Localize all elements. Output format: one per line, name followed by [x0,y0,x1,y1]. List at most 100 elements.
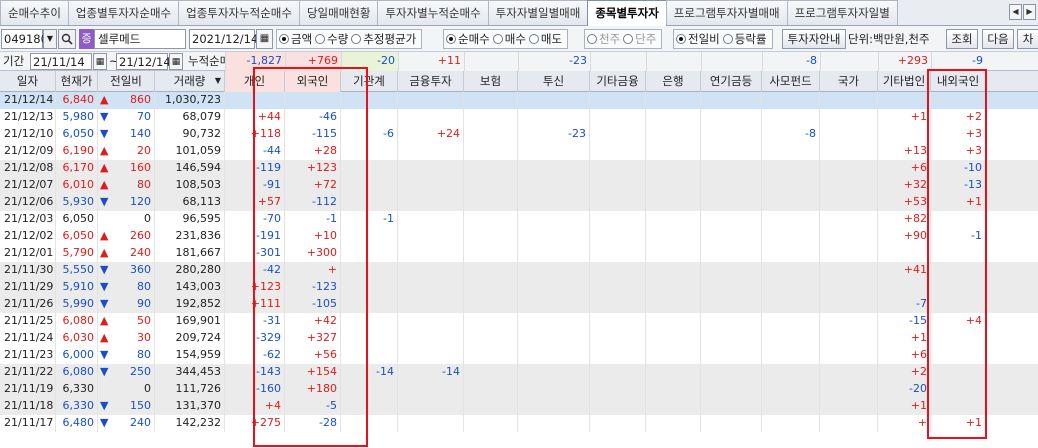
table-row[interactable]: 21/12/10 6,050 ▼ 140 90,732 +118 -115 -6 +24 -23 -… [0,126,1038,143]
col-header-volume[interactable]: 거래량 ▼ [155,71,225,92]
next-button[interactable]: 다음 [982,29,1014,49]
cell-price: 6,330 [56,381,98,398]
table-row[interactable]: 21/12/13 5,980 ▼ 70 68,079 +44 -46 +1 +2 [0,109,1038,126]
cell-other-finance [590,347,646,364]
cell-domestic-foreign: -1 [931,228,986,245]
table-row[interactable]: 21/11/25 6,080 ▲ 50 169,901 -31 +42 -15 +4 [0,313,1038,330]
table-row[interactable]: 21/12/01 5,790 ▲ 240 181,667 -301 +300 [0,245,1038,262]
table-row[interactable]: 21/11/18 6,330 ▼ 150 131,370 +4 -5 +1 [0,398,1038,415]
cell-nation [820,330,878,347]
cell-other-corp: +90 [878,228,931,245]
col-header-other-finance[interactable]: 기타금융 [590,71,646,92]
table-row[interactable]: 21/11/19 6,330 0 111,726 -160 +180 -20 [0,381,1038,398]
col-header-other-corp[interactable]: 기타법인 [878,71,931,92]
col-header-nation[interactable]: 국가 [820,71,878,92]
col-header-price[interactable]: 현재가 [56,71,98,92]
tab-scroll-left-icon[interactable]: ◀ [1009,4,1022,20]
group3-radio-0[interactable]: 천주 [587,31,620,47]
cell-individual: +118 [225,126,285,143]
cell-financial-invest [398,347,464,364]
query-button[interactable]: 조회 [946,29,978,49]
cell-individual: -42 [225,262,285,279]
tab-6[interactable]: 투자자별일별매매 [487,0,589,25]
group4-radio-1[interactable]: 등락률 [722,31,767,47]
tab-9[interactable]: 프로그램투자자일별 [786,0,898,25]
cell-bank [646,126,701,143]
tab-5[interactable]: 투자자별누적순매수 [377,0,489,25]
col-header-bank[interactable]: 은행 [646,71,701,92]
cell-other-finance [590,228,646,245]
group1-radio-0[interactable]: 금액 [279,31,312,47]
table-row[interactable]: 21/12/03 6,050 0 96,595 -70 -1 -1 +82 [0,211,1038,228]
cell-institution [341,245,398,262]
cell-other-finance [590,262,646,279]
table-row[interactable]: 21/12/09 6,190 ▲ 20 101,059 -44 +28 +13 +3 [0,143,1038,160]
calendar-icon[interactable]: ▦ [256,29,273,49]
code-dropdown-icon[interactable]: ▼ [43,29,57,49]
chart-button[interactable]: 차 [1017,29,1038,49]
arrow-down-icon: ▼ [100,110,109,123]
col-header-insurance[interactable]: 보험 [464,71,518,92]
cell-volume: 154,959 [155,347,225,364]
col-header-institution[interactable]: 기관계 [341,71,398,92]
table-row[interactable]: 21/11/24 6,030 ▲ 30 209,724 -329 +327 +1 [0,330,1038,347]
tab-4[interactable]: 당일매매현황 [298,0,379,25]
table-row[interactable]: 21/11/23 6,000 ▼ 80 154,959 -62 +56 +6 [0,347,1038,364]
table-row[interactable]: 21/12/06 5,930 ▼ 120 68,113 +57 -112 +53 +1 [0,194,1038,211]
search-icon[interactable] [58,29,76,49]
col-header-financial-invest[interactable]: 금융투자 [398,71,464,92]
table-row[interactable]: 21/11/22 6,080 ▼ 250 344,453 -143 +154 -14 -14 +2 [0,364,1038,381]
col-header-private-fund[interactable]: 사모펀드 [762,71,820,92]
col-header-foreign[interactable]: 외국인 [285,71,341,92]
period-to-input[interactable]: 21/12/14 [116,53,171,70]
col-header-trust[interactable]: 투신 [518,71,590,92]
group3-radio-1[interactable]: 단주 [623,31,656,47]
table-row[interactable]: 21/12/02 6,050 ▲ 260 231,836 -191 +10 +90 -1 [0,228,1038,245]
change-value: 160 [130,161,151,174]
tab-2[interactable]: 업종별투자자순매수 [67,0,180,25]
toolbar: 049180 ▼ 증 셀루메드 2021/12/14 ▦ 금액 수량 추정평균가 순… [0,26,1038,52]
cell-change: 0 [98,381,155,398]
radio-dot-icon [279,34,289,44]
period-from-input[interactable]: 21/11/14 [30,53,92,70]
cell-trust [518,279,590,296]
cell-pension [701,296,762,313]
group2-radio-1[interactable]: 매수 [492,31,526,47]
table-row[interactable]: 21/11/26 5,990 ▼ 90 192,852 +111 -105 -7 [0,296,1038,313]
group1-radio-2[interactable]: 추정평균가 [351,31,416,47]
tab-1[interactable]: 순매수추이 [0,0,69,25]
group4-radio-0[interactable]: 전일비 [676,31,720,47]
table-row[interactable]: 21/11/30 5,550 ▼ 360 280,280 -42 + +41 [0,262,1038,279]
stock-name-field[interactable]: 셀루메드 [94,29,186,49]
table-row[interactable]: 21/11/17 6,480 ▼ 240 142,232 +275 -28 + +1 [0,415,1038,432]
date-input[interactable]: 2021/12/14 [189,29,258,49]
sort-down-icon[interactable]: ▼ [215,71,221,91]
col-header-pension[interactable]: 연기금등 [701,71,762,92]
col-header-change[interactable]: 전일비 [98,71,155,92]
investor-guide-button[interactable]: 투자자안내 [782,29,846,49]
arrow-down-icon: ▼ [100,127,109,140]
table-row[interactable]: 21/12/14 6,840 ▲ 860 1,030,723 [0,92,1038,109]
group2-radio-0[interactable]: 순매수 [446,31,490,47]
tab-7[interactable]: 종목별투자자 [587,0,667,26]
col-header-date[interactable]: 일자 [0,71,56,92]
cell-insurance [464,177,518,194]
cumulative-foreign: +769 [285,52,341,71]
tab-scroll-right-icon[interactable]: ▶ [1023,4,1036,20]
tab-3[interactable]: 업종투자자누적순매수 [178,0,300,25]
table-row[interactable]: 21/12/08 6,170 ▲ 160 146,594 -119 +123 +6 -10 [0,160,1038,177]
tab-8[interactable]: 프로그램투자자별매매 [665,0,788,25]
col-header-individual[interactable]: 개인 [225,71,285,92]
group1-radio-1[interactable]: 수량 [315,31,348,47]
group2-radio-2[interactable]: 매도 [528,31,562,47]
cell-price: 6,190 [56,143,98,160]
table-row[interactable]: 21/12/07 6,010 ▲ 80 108,503 -91 +72 +32 -13 [0,177,1038,194]
period-from-calendar-icon[interactable]: ▦ [93,53,107,70]
period-to-calendar-icon[interactable]: ▦ [169,53,183,70]
cell-trust [518,245,590,262]
col-header-domestic-foreign[interactable]: 내외국인 [931,71,986,92]
market-badge: 증 [79,29,94,49]
stock-code-input[interactable]: 049180 [1,29,48,49]
table-row[interactable]: 21/11/29 5,910 ▼ 80 143,003 +123 -123 [0,279,1038,296]
cell-trust [518,211,590,228]
